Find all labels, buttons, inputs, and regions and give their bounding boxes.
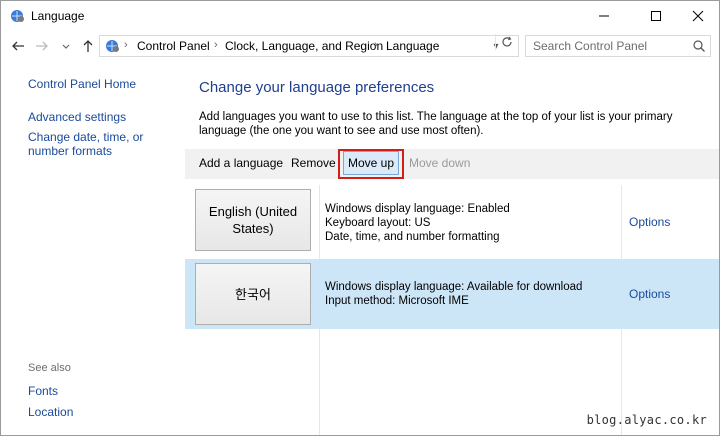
control-panel-home-link[interactable]: Control Panel Home — [28, 77, 178, 91]
language-row-korean[interactable]: 한국어 Windows display language: Available … — [185, 259, 719, 329]
refresh-button[interactable] — [495, 34, 517, 50]
options-link[interactable]: Options — [629, 287, 670, 301]
breadcrumb-language[interactable]: Language — [386, 39, 439, 53]
recent-locations-button[interactable] — [57, 36, 75, 56]
up-button[interactable] — [79, 36, 97, 56]
window-title: Language — [31, 9, 85, 23]
location-link[interactable]: Location — [28, 405, 178, 419]
forward-arrow-icon — [36, 41, 48, 51]
page-description: Add languages you want to use to this li… — [199, 111, 673, 137]
address-bar[interactable]: › Control Panel › Clock, Language, and R… — [99, 35, 519, 57]
back-arrow-icon — [12, 41, 24, 51]
remove-button[interactable]: Remove — [285, 151, 342, 175]
language-tile[interactable]: 한국어 — [195, 263, 311, 325]
control-panel-icon — [9, 8, 25, 24]
up-arrow-icon — [83, 40, 93, 52]
language-detail: Windows display language: Available for … — [325, 281, 583, 293]
options-link[interactable]: Options — [629, 215, 670, 229]
chevron-down-icon — [62, 44, 70, 49]
advanced-settings-link[interactable]: Advanced settings — [28, 110, 178, 124]
breadcrumb-separator-icon[interactable]: › — [214, 39, 218, 51]
left-pane: Control Panel Home Advanced settings Cha… — [1, 61, 185, 435]
control-panel-icon — [104, 38, 120, 54]
minimize-icon — [599, 15, 609, 17]
close-button[interactable] — [675, 1, 719, 31]
search-icon — [693, 40, 705, 52]
maximize-button[interactable] — [633, 1, 679, 31]
fonts-link[interactable]: Fonts — [28, 384, 178, 398]
breadcrumb-separator-icon[interactable]: › — [374, 39, 378, 51]
search-placeholder: Search Control Panel — [533, 39, 648, 53]
language-window: Language › Control Panel › Clock, Langua… — [0, 0, 720, 436]
language-toolbar: Add a language Remove Move up Move down — [185, 149, 719, 179]
title-bar: Language — [1, 1, 719, 31]
language-tile[interactable]: English (United States) — [195, 189, 311, 251]
refresh-icon — [501, 36, 512, 47]
breadcrumb-clock-language-region[interactable]: Clock, Language, and Region — [225, 39, 383, 53]
see-also-label: See also — [28, 362, 71, 374]
breadcrumb-separator-icon[interactable]: › — [124, 39, 128, 51]
search-input[interactable]: Search Control Panel — [525, 35, 711, 57]
maximize-icon — [651, 11, 661, 21]
add-language-button[interactable]: Add a language — [193, 151, 289, 175]
minimize-button[interactable] — [581, 1, 627, 31]
language-detail: Input method: Microsoft IME — [325, 295, 469, 307]
back-button[interactable] — [9, 36, 27, 56]
change-date-time-formats-link[interactable]: Change date, time, or number formats — [28, 130, 178, 158]
move-down-button[interactable]: Move down — [403, 151, 476, 175]
forward-button[interactable] — [33, 36, 51, 56]
navigation-bar: › Control Panel › Clock, Language, and R… — [1, 31, 719, 61]
language-row-english[interactable]: English (United States) Windows display … — [185, 185, 719, 255]
close-icon — [692, 10, 704, 22]
language-detail: Date, time, and number formatting — [325, 231, 500, 243]
highlight-annotation — [338, 149, 404, 179]
breadcrumb-control-panel[interactable]: Control Panel — [137, 39, 210, 53]
watermark-text: blog.alyac.co.kr — [586, 413, 707, 427]
language-detail: Keyboard layout: US — [325, 217, 431, 229]
language-detail: Windows display language: Enabled — [325, 203, 510, 215]
page-title: Change your language preferences — [199, 79, 435, 96]
main-content: Change your language preferences Add lan… — [185, 61, 719, 435]
